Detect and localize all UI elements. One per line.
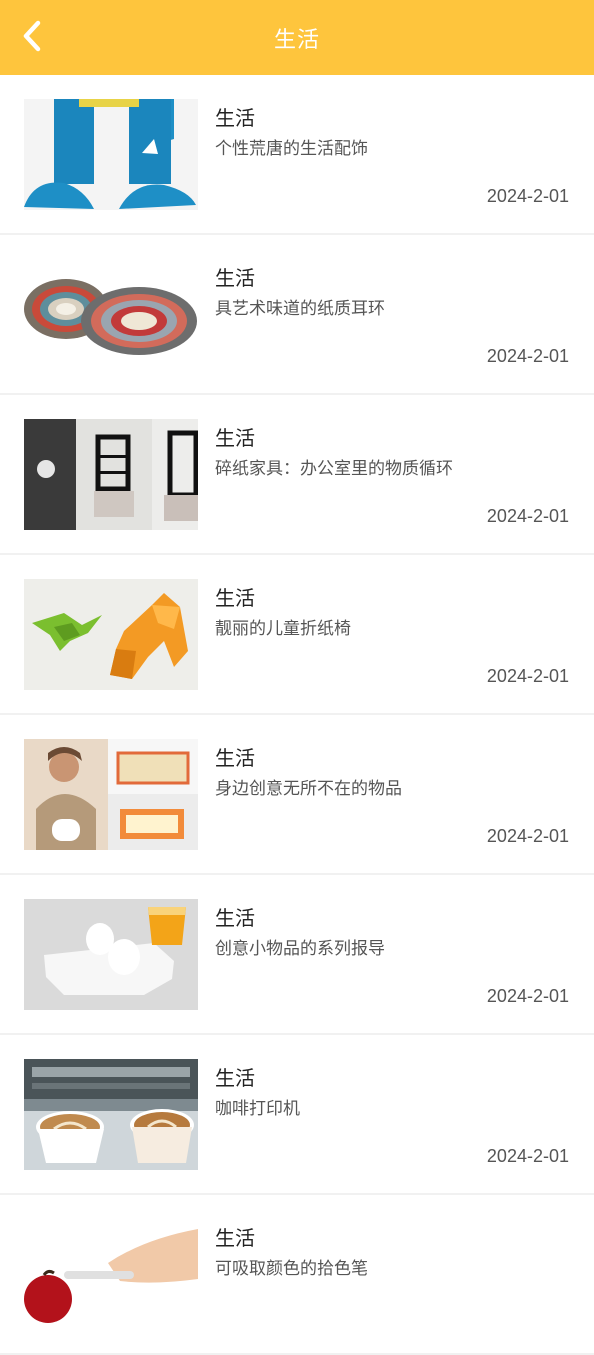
item-category: 生活 (215, 1066, 255, 1090)
list-item[interactable]: 生活 个性荒唐的生活配饰 2024-2-01 (0, 75, 594, 235)
article-thumbnail (24, 1219, 198, 1330)
top-bar: 生活 (0, 0, 594, 75)
list-item[interactable]: 生活 靓丽的儿童折纸椅 2024-2-01 (0, 555, 594, 715)
item-category: 生活 (215, 746, 255, 770)
item-date: 2024-2-01 (486, 986, 569, 1006)
article-thumbnail (24, 1059, 198, 1170)
item-category: 生活 (215, 106, 255, 130)
item-title: 可吸取颜色的拾色笔 (215, 1259, 368, 1279)
item-date: 2024-2-01 (486, 346, 569, 366)
item-date: 2024-2-01 (486, 506, 569, 526)
item-category: 生活 (215, 906, 255, 930)
list-item[interactable]: 生活 身边创意无所不在的物品 2024-2-01 (0, 715, 594, 875)
item-category: 生活 (215, 266, 255, 290)
list-item[interactable]: 生活 咖啡打印机 2024-2-01 (0, 1035, 594, 1195)
page-title: 生活 (273, 27, 320, 53)
item-date: 2024-2-01 (486, 826, 569, 846)
item-title: 身边创意无所不在的物品 (215, 779, 402, 799)
item-date: 2024-2-01 (486, 1146, 569, 1166)
item-title: 具艺术味道的纸质耳环 (215, 299, 385, 319)
article-thumbnail (24, 99, 198, 210)
list-item[interactable]: 生活 可吸取颜色的拾色笔 (0, 1195, 594, 1355)
article-thumbnail (24, 259, 198, 370)
item-category: 生活 (215, 586, 255, 610)
article-list: 生活 个性荒唐的生活配饰 2024-2-01 生活 具艺术味道的纸质耳环 202… (0, 75, 594, 1355)
item-category: 生活 (215, 426, 255, 450)
article-thumbnail (24, 739, 198, 850)
item-date: 2024-2-01 (486, 666, 569, 686)
item-date: 2024-2-01 (486, 186, 569, 206)
item-title: 靓丽的儿童折纸椅 (215, 619, 351, 639)
list-item[interactable]: 生活 创意小物品的系列报导 2024-2-01 (0, 875, 594, 1035)
article-thumbnail (24, 899, 198, 1010)
item-category: 生活 (215, 1226, 255, 1250)
article-thumbnail (24, 419, 198, 530)
item-title: 碎纸家具：办公室里的物质循环 (215, 459, 453, 479)
list-item[interactable]: 生活 具艺术味道的纸质耳环 2024-2-01 (0, 235, 594, 395)
article-thumbnail (24, 579, 198, 690)
item-title: 个性荒唐的生活配饰 (215, 139, 368, 159)
list-item[interactable]: 生活 碎纸家具：办公室里的物质循环 2024-2-01 (0, 395, 594, 555)
item-title: 创意小物品的系列报导 (215, 939, 385, 959)
item-title: 咖啡打印机 (215, 1099, 300, 1119)
